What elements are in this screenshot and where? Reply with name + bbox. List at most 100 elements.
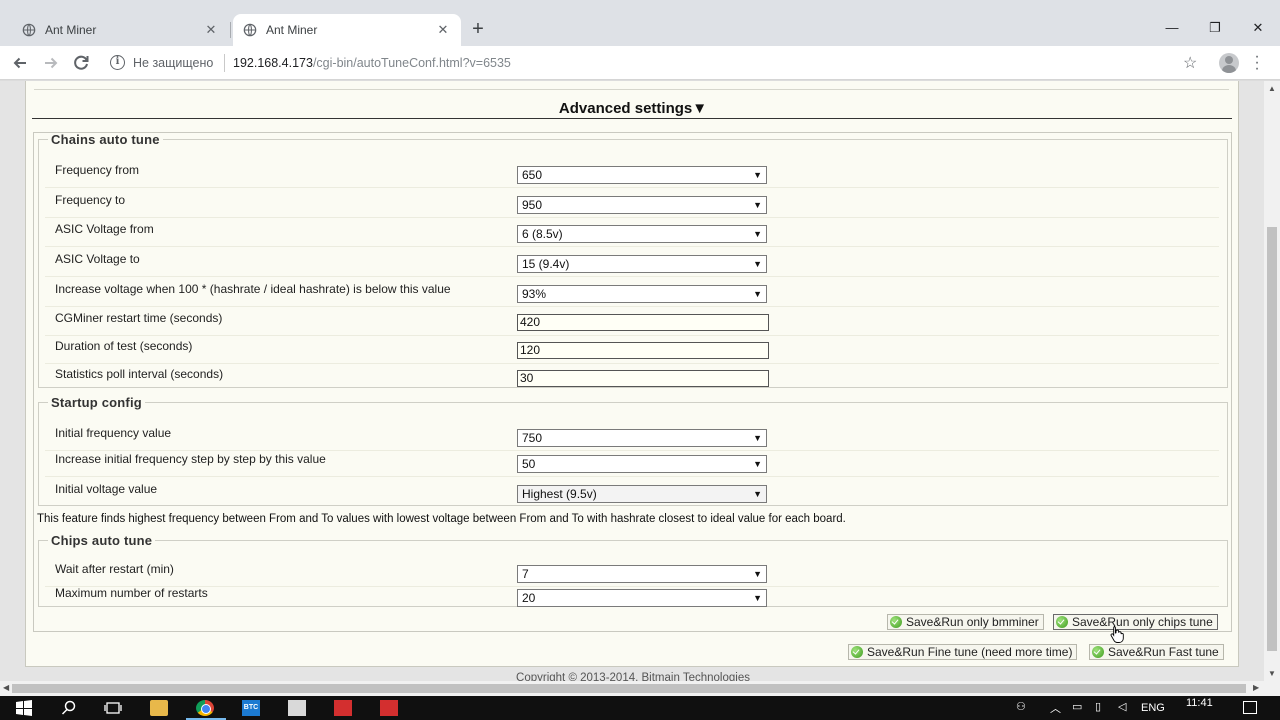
row-cgminer-restart-time: CGMiner restart time (seconds) 420: [45, 309, 1219, 336]
asic-voltage-from-select[interactable]: 6 (8.5v) ▼: [517, 225, 767, 243]
scroll-thumb[interactable]: [1267, 227, 1277, 651]
chains-auto-tune-group: Chains auto tune Frequency from 650 ▼ Fre…: [38, 132, 1228, 388]
select-value: 750: [522, 431, 543, 445]
group-legend: Startup config: [51, 395, 142, 410]
window-restore-icon[interactable]: ❐: [1193, 14, 1237, 42]
info-icon[interactable]: i: [110, 55, 125, 70]
field-label: CGMiner restart time (seconds): [55, 311, 223, 325]
maximum-restarts-select[interactable]: 20 ▼: [517, 589, 767, 607]
save-run-chips-tune-button[interactable]: Save&Run only chips tune: [1053, 614, 1218, 630]
save-run-fine-tune-button[interactable]: Save&Run Fine tune (need more time): [848, 644, 1078, 660]
window-minimize-icon[interactable]: —: [1150, 14, 1194, 42]
file-explorer-icon[interactable]: [150, 700, 168, 716]
clock[interactable]: 11:41: [1186, 697, 1213, 709]
wait-after-restart-select[interactable]: 7 ▼: [517, 565, 767, 583]
people-icon[interactable]: ⚇: [1016, 700, 1026, 713]
frequency-from-select[interactable]: 650 ▼: [517, 166, 767, 184]
app-icon[interactable]: [380, 700, 398, 716]
checkmark-icon: [1092, 646, 1104, 658]
close-icon[interactable]: ✕: [435, 22, 451, 38]
windows-start-icon[interactable]: [15, 700, 33, 716]
url-host: 192.168.4.173: [233, 56, 313, 70]
browser-tab-bar: Ant Miner ✕ Ant Miner ✕ + — ❐ ✕: [0, 0, 1280, 46]
checkmark-icon: [851, 646, 863, 658]
statistics-poll-interval-input[interactable]: 30: [517, 370, 769, 387]
app-icon[interactable]: [288, 700, 306, 716]
task-view-icon[interactable]: [104, 700, 122, 716]
address-bar[interactable]: 192.168.4.173/cgi-bin/autoTuneConf.html?…: [233, 56, 511, 70]
dropdown-caret-icon: ▼: [753, 459, 762, 469]
row-statistics-poll-interval: Statistics poll interval (seconds) 30: [45, 365, 1219, 392]
dropdown-caret-icon: ▼: [753, 289, 762, 299]
initial-voltage-select[interactable]: Highest (9.5v) ▼: [517, 485, 767, 503]
scroll-down-icon[interactable]: ▼: [1268, 669, 1276, 678]
battery-icon[interactable]: ▯: [1095, 700, 1101, 713]
notification-icon[interactable]: [1243, 701, 1257, 714]
row-increase-voltage-threshold: Increase voltage when 100 * (hashrate / …: [45, 280, 1219, 307]
screen: Ant Miner ✕ Ant Miner ✕ + — ❐ ✕ i Не защ…: [0, 0, 1280, 720]
select-value: 950: [522, 198, 543, 212]
save-run-fast-tune-button[interactable]: Save&Run Fast tune: [1089, 644, 1224, 660]
menu-dots-icon[interactable]: · · ·: [1252, 49, 1262, 77]
select-value: 20: [522, 591, 536, 605]
advanced-settings-title[interactable]: Advanced settings▼: [26, 100, 1240, 117]
save-run-bmminer-button[interactable]: Save&Run only bmminer: [887, 614, 1044, 630]
url-separator: [224, 54, 225, 72]
forward-arrow-icon[interactable]: [40, 52, 62, 74]
bookmark-star-icon[interactable]: ☆: [1183, 53, 1197, 73]
chevron-up-icon[interactable]: ︿: [1050, 700, 1061, 716]
app-icon[interactable]: [334, 700, 352, 716]
scroll-left-icon[interactable]: ◀: [3, 683, 9, 692]
field-label: Initial frequency value: [55, 426, 172, 440]
row-asic-voltage-from: ASIC Voltage from 6 (8.5v) ▼: [45, 220, 1219, 247]
button-label: Save&Run only bmminer: [906, 615, 1039, 629]
button-label: Save&Run only chips tune: [1072, 615, 1213, 629]
volume-icon[interactable]: ◁: [1118, 700, 1126, 713]
field-label: Frequency to: [55, 193, 126, 207]
close-icon[interactable]: ✕: [203, 22, 219, 38]
globe-icon: [243, 23, 257, 37]
btc-app-icon[interactable]: BTC: [242, 700, 260, 716]
vertical-scrollbar[interactable]: ▲ ▼: [1264, 81, 1280, 681]
reload-icon[interactable]: [70, 52, 92, 74]
scroll-thumb[interactable]: [12, 684, 1246, 693]
search-icon[interactable]: [60, 700, 78, 716]
field-label: Initial voltage value: [55, 482, 158, 496]
tab-separator: [230, 22, 231, 38]
duration-of-test-input[interactable]: 120: [517, 342, 769, 359]
cgminer-restart-time-input[interactable]: 420: [517, 314, 769, 331]
browser-tab-2[interactable]: Ant Miner ✕: [233, 14, 461, 46]
voltage-threshold-select[interactable]: 93% ▼: [517, 285, 767, 303]
tab-title: Ant Miner: [266, 23, 318, 37]
tab-title: Ant Miner: [45, 23, 97, 37]
new-tab-plus-icon[interactable]: +: [468, 19, 488, 40]
window-close-icon[interactable]: ✕: [1236, 14, 1280, 42]
startup-config-group: Startup config Initial frequency value 7…: [38, 395, 1228, 506]
security-label[interactable]: Не защищено: [133, 56, 213, 70]
frequency-step-select[interactable]: 50 ▼: [517, 455, 767, 473]
back-arrow-icon[interactable]: [9, 52, 31, 74]
settings-container: Chains auto tune Frequency from 650 ▼ Fre…: [33, 132, 1232, 632]
group-legend: Chips auto tune: [51, 533, 153, 548]
field-label: Maximum number of restarts: [55, 586, 208, 600]
chrome-icon[interactable]: [196, 700, 214, 716]
checkmark-icon: [890, 616, 902, 628]
checkmark-icon: [1056, 616, 1068, 628]
asic-voltage-to-select[interactable]: 15 (9.4v) ▼: [517, 255, 767, 273]
initial-frequency-select[interactable]: 750 ▼: [517, 429, 767, 447]
frequency-to-select[interactable]: 950 ▼: [517, 196, 767, 214]
profile-avatar-icon[interactable]: [1219, 53, 1239, 73]
scroll-right-icon[interactable]: ▶: [1253, 683, 1259, 692]
horizontal-scrollbar[interactable]: ◀ ▶: [0, 681, 1280, 696]
button-label: Save&Run Fine tune (need more time): [867, 645, 1073, 659]
select-value: 6 (8.5v): [522, 227, 563, 241]
page-content: Advanced settings▼ Chains auto tune Freq…: [25, 81, 1240, 681]
language-indicator[interactable]: ENG: [1141, 702, 1165, 714]
network-icon[interactable]: ▭: [1072, 700, 1082, 713]
scroll-up-icon[interactable]: ▲: [1268, 84, 1276, 93]
field-label: Statistics poll interval (seconds): [55, 367, 224, 381]
select-value: 50: [522, 457, 536, 471]
browser-tab-1[interactable]: Ant Miner ✕: [12, 14, 229, 46]
row-asic-voltage-to: ASIC Voltage to 15 (9.4v) ▼: [45, 250, 1219, 277]
field-label: Duration of test (seconds): [55, 339, 193, 353]
